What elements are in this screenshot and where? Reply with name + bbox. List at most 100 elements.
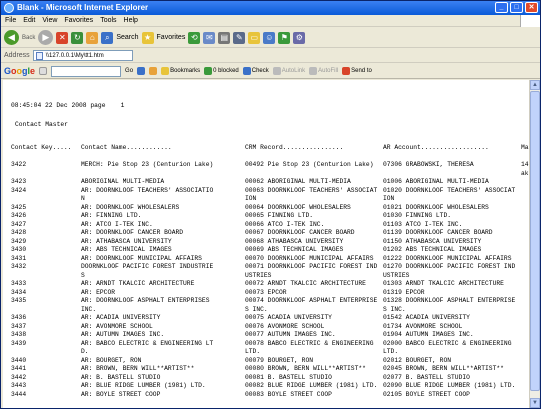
cell-name: AR: ABS TECHNICAL IMAGES [81,246,172,253]
minimize-button[interactable]: _ [495,2,508,13]
favorites-icon[interactable]: ★ [141,31,154,44]
table-row: 3432 DOORNKLOOF PACIFIC FOREST INDUSTRIE 0… [11,263,530,271]
cell-key: 3435 [11,297,27,304]
history-icon[interactable]: ⟲ [188,31,201,44]
back-icon[interactable]: ◀ [4,30,19,45]
header-extra: Ma [521,144,529,151]
cell-key: 3429 [11,237,27,245]
search-button[interactable]: Search [116,34,138,41]
menu-favorites[interactable]: Favorites [64,17,93,24]
google-toolbar: Google Go Bookmarks 0 blocked Check Auto… [1,64,540,79]
cell-crm: S INC. [245,305,268,313]
cell-crm: 00070 DOORNKLOOF MUNICIPAL AFFAIRS [245,254,374,262]
cell-name: S [81,271,85,279]
cell-crm: 00079 BOURGET, RON [245,356,314,364]
send-to-button[interactable]: Send to [342,67,372,75]
back-label[interactable]: Back [22,35,35,41]
vertical-scrollbar[interactable]: ▲ ▼ [529,80,540,408]
table-row: 3438 AR: AUTUMN IMAGES INC. 00077 AUTUMN I… [11,331,530,339]
cell-key: 3441 [11,365,27,372]
cell-ar: 01021 DOORNKLOOF WHOLESALERS [383,203,489,211]
home-icon[interactable]: ⌂ [86,31,99,44]
cell-crm: 00083 BOYLE STREET COOP [245,390,332,398]
cell-crm: 00076 AVONMORE SCHOOL [245,322,325,330]
cell-name: D. [81,348,89,355]
cell-name: AR: DOORNKLOOF ASPHALT ENTERPRISES [81,297,210,304]
table-row: D. LTD. LTD. [11,348,530,356]
menu-help[interactable]: Help [124,17,138,24]
menu-view[interactable]: View [42,17,57,24]
cell-key: 3424 [11,186,27,194]
cell-ar: 07306 GRABOWSKI, THERESA [383,161,474,168]
print-icon[interactable]: ▤ [218,31,231,44]
address-input[interactable]: \\127.0.0.1\My\tt1.htm [32,50,133,61]
scroll-up-icon[interactable]: ▲ [530,80,540,90]
cell-ar: 01328 DOORNKLOOF ASPHALT ENTERPRISE [383,297,516,304]
forward-icon[interactable]: ▶ [38,30,54,45]
cell-name: AR: B. BASTELL STUDIO [81,373,161,381]
autofill-button[interactable]: AutoFill [309,67,338,75]
star-icon [161,67,170,75]
table-row: 3441 AR: BROWN, BERN WILL**ARTIST** 00080 … [11,365,530,373]
messenger-icon[interactable]: ☺ [263,31,276,44]
windows-logo-icon [520,15,540,27]
standard-toolbar: ◀ Back ▶ ✕ ↻ ⌂ ⌕ Search ★ Favorites ⟲ ✉ … [1,28,540,48]
bookmarks-button[interactable]: Bookmarks [161,67,200,75]
research-icon[interactable]: ⚑ [278,31,291,44]
cell-crm: 00067 DOORNKLOOF CANCER BOARD [245,229,355,236]
cell-ar: S INC. [383,305,406,313]
favorites-button[interactable]: Favorites [157,34,186,41]
cell-ar: 01542 ACADIA UNIVERSITY [383,314,470,321]
report-timestamp: 08:45:04 22 Dec 2008 page 1 [11,102,125,109]
cell-key: 3437 [11,322,27,330]
menu-edit[interactable]: Edit [23,17,35,24]
refresh-icon[interactable]: ↻ [71,31,84,44]
cell-name: AR: DOORNKLOOF MUNICIPAL AFFAIRS [81,254,202,262]
header-contact-key: Contact Key..... [11,144,72,151]
cell-key: 3440 [11,356,27,364]
folder-icon[interactable]: ▭ [248,31,261,44]
ie-window: Blank - Microsoft Internet Explorer _ □ … [0,0,541,409]
autolink-button[interactable]: AutoLink [272,67,305,75]
cell-ar: ION [383,195,395,202]
cell-key: 3439 [11,339,27,347]
cell-ar: LTD. [383,348,399,355]
cell-crm: 00065 FINNING LTD. [245,212,314,219]
scroll-down-icon[interactable]: ▼ [530,398,540,408]
stop-icon[interactable]: ✕ [56,31,69,44]
cell-crm: ION [245,195,257,202]
cell-crm: 00064 DOORNKLOOF WHOLESALERS [245,203,351,211]
cell-ar: 02090 BLUE RIDGE LUMBER (1981) LTD. [383,382,516,389]
tools-icon[interactable]: ⚙ [293,31,306,44]
close-button[interactable]: ✕ [525,2,538,13]
cell-name: AR: ATCO I-TEK INC. [81,220,153,228]
header-ar-account: AR Account.................. [383,144,489,151]
search-icon[interactable]: ⌕ [101,31,114,44]
cell-crm: 00063 DOORNKLOOF TEACHERS' ASSOCIAT [245,186,378,194]
title-bar[interactable]: Blank - Microsoft Internet Explorer _ □ … [1,1,540,15]
report-title: Contact Master [15,121,68,128]
popup-blocked-button[interactable]: 0 blocked [204,67,239,75]
spellcheck-button[interactable]: Check [242,67,269,75]
google-go-button[interactable]: Go [125,68,133,74]
pagerank-icon[interactable] [137,67,146,75]
maximize-button[interactable]: □ [510,2,523,13]
settings-icon[interactable] [149,67,158,75]
menu-file[interactable]: File [5,17,16,24]
menu-tools[interactable]: Tools [100,17,116,24]
cell-ar: 01270 DOORNKLOOF PACIFIC FOREST IND [383,263,516,270]
cell-key: 3442 [11,373,27,381]
cell-crm: 00062 ABORIGINAL MULTI-MEDIA [245,178,351,185]
cell-ar: 02105 BOYLE STREET COOP [383,390,470,398]
table-row: 3423 ABORIGINAL MULTI-MEDIA 00062 ABORIGIN… [11,178,530,186]
cell-ar: 01202 ABS TECHNICAL IMAGES [383,246,482,253]
table-row: 3426 AR: FINNING LTD. 00065 FINNING LTD. 01… [11,212,530,220]
cell-ar: 01020 DOORNKLOOF TEACHERS' ASSOCIAT [383,186,516,194]
scroll-thumb[interactable] [530,91,540,391]
edit-icon[interactable]: ✎ [233,31,246,44]
cell-key: 3425 [11,203,27,211]
google-search-input[interactable] [51,65,122,77]
table-row: 3439 AR: BABCO ELECTRIC & ENGINEERING LT 0… [11,340,530,348]
google-dropdown-icon[interactable] [39,67,48,75]
mail-icon[interactable]: ✉ [203,31,216,44]
